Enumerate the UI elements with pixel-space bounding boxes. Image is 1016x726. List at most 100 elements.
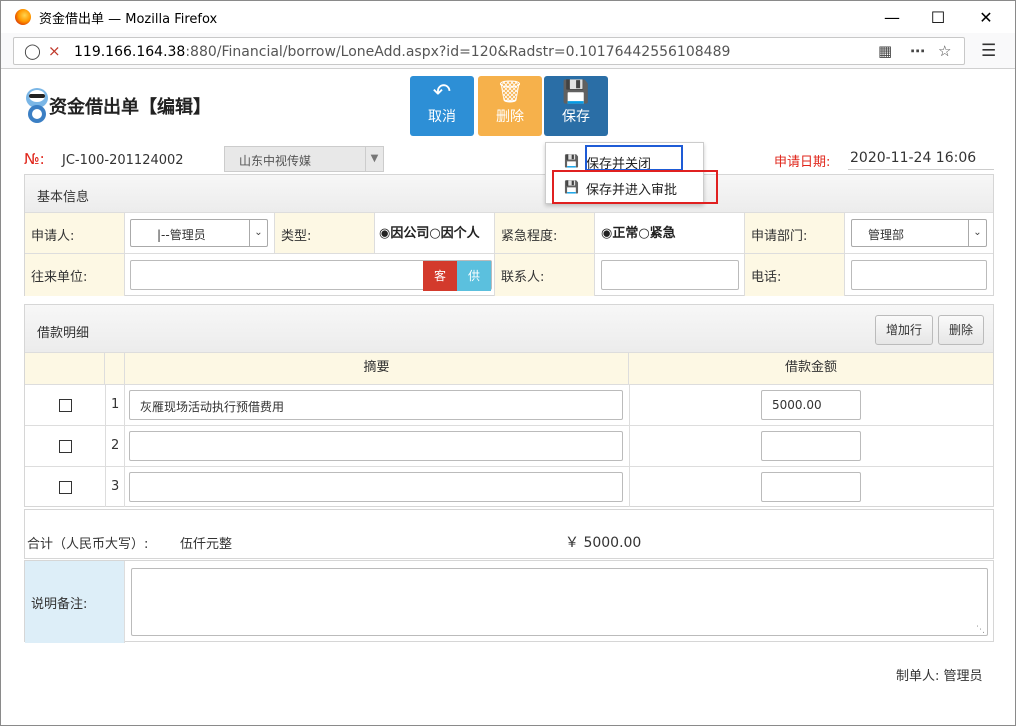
summary-input[interactable] bbox=[129, 431, 623, 461]
creator-text: 制单人: 管理员 bbox=[896, 669, 983, 684]
dept-cell: 管理部 ⌄ bbox=[845, 213, 993, 254]
navigation-bar: ◯ ⨯ 119.166.164.38:880/Financial/borrow/… bbox=[1, 33, 1015, 69]
partner-input[interactable]: 客 供 bbox=[130, 260, 492, 291]
table-header-row: 摘要 借款金额 bbox=[25, 353, 993, 385]
remark-label-cell: 说明备注: bbox=[25, 561, 125, 643]
partner-label: 往来单位: bbox=[31, 270, 88, 285]
amount-input[interactable]: 5000.00 bbox=[761, 390, 861, 420]
window-title: 资金借出单 — Mozilla Firefox bbox=[39, 12, 218, 27]
phone-input[interactable] bbox=[851, 260, 987, 290]
applicant-cell: |--管理员 ⌄ bbox=[125, 213, 275, 254]
shield-icon[interactable]: ◯ bbox=[24, 42, 41, 60]
phone-cell bbox=[845, 254, 993, 296]
row-index-cell: 3 bbox=[105, 467, 125, 507]
summary-total-amount: ￥ 5000.00 bbox=[565, 535, 642, 551]
urgency-label: 紧急程度: bbox=[501, 229, 558, 244]
applicant-select[interactable]: |--管理员 ⌄ bbox=[130, 219, 268, 247]
contact-cell bbox=[595, 254, 745, 296]
resize-handle-icon[interactable]: ⋱ bbox=[976, 625, 985, 635]
row-index-cell: 2 bbox=[105, 426, 125, 466]
title-bar: 资金借出单 — Mozilla Firefox — ☐ ✕ bbox=[1, 1, 1015, 33]
save-button[interactable]: 💾 保存 bbox=[544, 76, 608, 136]
cancel-label: 取消 bbox=[428, 109, 456, 125]
url-text[interactable]: 119.166.164.38:880/Financial/borrow/Lone… bbox=[74, 44, 730, 60]
summary-input[interactable]: 灰雁现场活动执行预借费用 bbox=[129, 390, 623, 420]
dept-label: 申请部门: bbox=[751, 229, 808, 244]
row-checkbox[interactable] bbox=[59, 399, 72, 412]
dept-label-cell: 申请部门: bbox=[745, 213, 845, 254]
amount-input[interactable] bbox=[761, 472, 861, 502]
urgency-cell: ◉正常○紧急 bbox=[595, 213, 745, 254]
column-divider bbox=[629, 426, 630, 466]
floppy-disk-icon: 💾 bbox=[562, 80, 590, 105]
bookmark-star-icon[interactable]: ☆ bbox=[938, 42, 951, 60]
row-checkbox[interactable] bbox=[59, 440, 72, 453]
save-label: 保存 bbox=[562, 109, 590, 125]
date-field[interactable]: 2020-11-24 16:06 bbox=[848, 146, 994, 170]
highlight-box-red bbox=[552, 170, 718, 204]
contact-input[interactable] bbox=[601, 260, 739, 290]
loan-detail-title: 借款明细 bbox=[37, 326, 90, 341]
basic-info-header: 基本信息 bbox=[25, 175, 993, 213]
row-number: 2 bbox=[111, 438, 120, 453]
type-cell: ◉因公司○因个人 bbox=[375, 213, 495, 254]
chevron-down-icon: ▼ bbox=[365, 147, 383, 171]
column-divider bbox=[629, 385, 630, 425]
loan-detail-panel: 借款明细 增加行 删除 摘要 借款金额 1 灰雁现场活动执行预借费用 5000.… bbox=[24, 304, 994, 507]
basic-info-title: 基本信息 bbox=[37, 190, 90, 205]
dept-select[interactable]: 管理部 ⌄ bbox=[851, 219, 987, 247]
loan-detail-header: 借款明细 增加行 删除 bbox=[25, 305, 993, 353]
select-column-header bbox=[25, 353, 105, 385]
phone-label-cell: 电话: bbox=[745, 254, 845, 296]
supplier-button[interactable]: 供 bbox=[457, 261, 491, 291]
phone-label: 电话: bbox=[751, 270, 782, 285]
highlight-box-blue bbox=[585, 145, 683, 171]
type-radio-group[interactable]: ◉因公司○因个人 bbox=[379, 222, 480, 241]
column-divider bbox=[629, 467, 630, 507]
row-number: 1 bbox=[111, 397, 120, 412]
amount-input[interactable] bbox=[761, 431, 861, 461]
trash-icon: 🗑 bbox=[496, 80, 524, 105]
partner-cell: 客 供 bbox=[125, 254, 495, 296]
table-row: 2 bbox=[25, 426, 993, 467]
company-value: 山东中视传媒 bbox=[239, 154, 312, 168]
summary-panel: 合计（人民币大写）: 伍仟元整 ￥ 5000.00 bbox=[24, 509, 994, 559]
type-label: 类型: bbox=[281, 229, 312, 244]
page-title: 资金借出单【编辑】 bbox=[49, 97, 211, 118]
menu-icon[interactable]: ☰ bbox=[981, 41, 996, 61]
chevron-down-icon: ⌄ bbox=[249, 220, 267, 246]
insecure-lock-icon[interactable]: ⨯ bbox=[48, 42, 61, 60]
summary-input[interactable] bbox=[129, 472, 623, 502]
remark-textarea[interactable]: ⋱ bbox=[131, 568, 988, 636]
basic-info-panel: 基本信息 申请人: |--管理员 ⌄ 类型: ◉因公司○因个人 紧急程度: ◉正… bbox=[24, 174, 994, 296]
minimize-icon[interactable]: — bbox=[869, 1, 915, 33]
amount-column-header: 借款金额 bbox=[629, 353, 993, 385]
contact-label-cell: 联系人: bbox=[495, 254, 595, 296]
delete-label: 删除 bbox=[496, 109, 524, 125]
delete-row-button[interactable]: 删除 bbox=[938, 315, 984, 345]
cow-mascot-logo bbox=[26, 88, 48, 123]
maximize-icon[interactable]: ☐ bbox=[915, 1, 961, 33]
cancel-button[interactable]: ↶ 取消 bbox=[410, 76, 474, 136]
close-icon[interactable]: ✕ bbox=[963, 1, 1009, 33]
customer-button[interactable]: 客 bbox=[423, 261, 457, 291]
applicant-label-cell: 申请人: bbox=[25, 213, 125, 254]
urgency-radio-group[interactable]: ◉正常○紧急 bbox=[601, 222, 676, 241]
summary-chinese-amount: 伍仟元整 bbox=[180, 537, 233, 552]
contact-label: 联系人: bbox=[501, 270, 545, 285]
add-row-button[interactable]: 增加行 bbox=[875, 315, 933, 345]
page-content: 资金借出单【编辑】 ↶ 取消 🗑 删除 💾 保存 №: JC-100-20112… bbox=[2, 70, 1014, 725]
remark-panel: 说明备注: ⋱ bbox=[24, 560, 994, 643]
row-checkbox[interactable] bbox=[59, 481, 72, 494]
row-index-cell: 1 bbox=[105, 385, 125, 425]
table-row: 3 bbox=[25, 467, 993, 507]
number-label: №: bbox=[24, 150, 45, 168]
url-bar[interactable]: ◯ ⨯ 119.166.164.38:880/Financial/borrow/… bbox=[13, 37, 965, 65]
undo-icon: ↶ bbox=[432, 80, 452, 105]
delete-button[interactable]: 🗑 删除 bbox=[478, 76, 542, 136]
qr-code-icon[interactable]: ▦ bbox=[878, 42, 892, 60]
firefox-logo-icon bbox=[15, 9, 31, 25]
type-label-cell: 类型: bbox=[275, 213, 375, 254]
summary-label: 合计（人民币大写）: bbox=[27, 537, 149, 552]
more-actions-icon[interactable]: ⋯ bbox=[910, 42, 925, 60]
